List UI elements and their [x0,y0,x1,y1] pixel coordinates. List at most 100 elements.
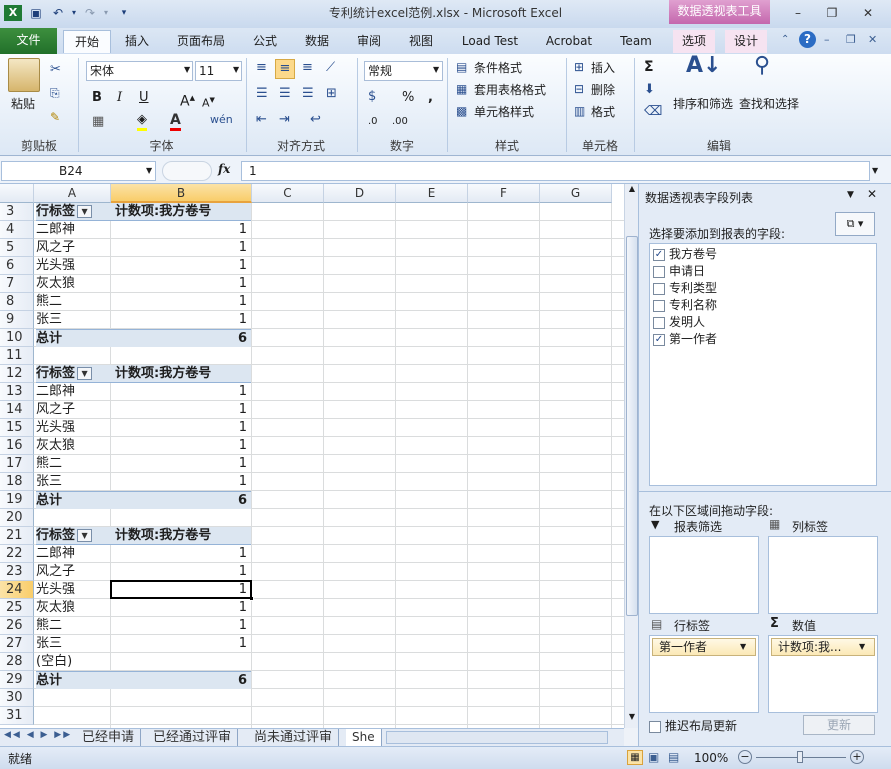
row-header[interactable]: 24 [0,581,34,599]
pivot-row-label[interactable]: 张三 [36,473,111,491]
tab-team[interactable]: Team [613,30,659,53]
row-header[interactable]: 9 [0,311,34,329]
pivot-value-cell[interactable]: 1 [111,545,251,563]
cut-icon[interactable]: ✂ [50,62,61,77]
tab-page-layout[interactable]: 页面布局 [170,30,232,53]
pivot-grand-total-value[interactable]: 6 [111,491,251,509]
tab-view[interactable]: 视图 [401,30,441,53]
pivot-value-cell[interactable] [111,707,251,725]
pivot-row-label[interactable]: 二郎神 [36,545,111,563]
paste-button[interactable]: 粘贴 [11,96,35,112]
find-select-icon[interactable]: ⚲ [754,55,770,77]
column-header[interactable]: E [396,184,468,203]
tab-file[interactable]: 文件 [0,28,57,54]
row-header[interactable]: 6 [0,257,34,275]
bold-icon[interactable]: B [92,90,102,106]
column-header[interactable]: G [540,184,612,203]
row-header[interactable]: 25 [0,599,34,617]
number-format-select[interactable]: 常规 [364,61,443,81]
row-labels-filter-icon[interactable]: ▼ [77,367,93,380]
formula-bar-resizer[interactable] [162,161,212,181]
field-checkbox[interactable] [653,299,665,312]
pivot-value-cell[interactable]: 1 [111,401,251,419]
redo-icon[interactable]: ↷ [82,5,98,21]
pivot-value-cell[interactable]: 1 [111,383,251,401]
pivot-value-cell[interactable]: 1 [111,635,251,653]
pivot-grand-total-label[interactable]: 总计 [36,329,111,347]
row-header[interactable]: 26 [0,617,34,635]
font-color-icon[interactable]: A [170,112,181,131]
pivot-row-label[interactable]: 熊二 [36,617,111,635]
workbook-close-icon[interactable]: ✕ [868,33,877,46]
cell-styles-button[interactable]: 单元格样式 [474,104,534,120]
row-header[interactable]: 7 [0,275,34,293]
phonetic-icon[interactable]: wén [210,112,233,128]
row-header[interactable]: 10 [0,329,34,347]
pivot-values-header[interactable]: 计数项:我方卷号 [111,365,251,383]
tab-insert[interactable]: 插入 [115,30,159,53]
pivot-row-labels-header[interactable]: 行标签 ▼ [36,365,111,383]
pane-close-icon[interactable]: ✕ [867,187,877,201]
column-header[interactable]: C [252,184,324,203]
sort-filter-button[interactable]: 排序和筛选 [673,96,733,112]
field-item[interactable]: 发明人 [653,313,705,330]
orientation-icon[interactable]: ⟋ [326,60,335,75]
value-chip-dropdown-icon[interactable]: ▼ [859,642,865,651]
pivot-row-label[interactable]: 二郎神 [36,221,111,239]
pivot-grand-total-label[interactable]: 总计 [36,491,111,509]
select-all-corner[interactable] [0,184,34,203]
vertical-scrollbar[interactable]: ▲ ▼ [624,184,638,728]
row-labels-filter-icon[interactable]: ▼ [77,529,93,542]
update-button[interactable]: 更新 [803,715,875,735]
align-left-icon[interactable]: ☰ [256,86,268,101]
sheet-tab[interactable]: 尚未通过评审 [248,729,340,746]
field-checkbox[interactable]: ✓ [653,248,665,261]
clear-icon[interactable]: ⌫ [644,104,662,119]
pivot-value-cell[interactable]: 1 [111,419,251,437]
pivot-row-label[interactable]: 灰太狼 [36,599,111,617]
row-header[interactable]: 17 [0,455,34,473]
field-item[interactable]: ✓ 第一作者 [653,330,717,347]
field-item[interactable]: 专利类型 [653,279,717,296]
insert-cells-button[interactable]: 插入 [591,60,615,76]
zoom-slider-thumb[interactable] [797,751,803,763]
conditional-format-button[interactable]: 条件格式 [474,60,522,76]
help-icon[interactable]: ? [799,31,816,48]
defer-checkbox-box[interactable] [649,720,661,733]
align-center-icon[interactable]: ☰ [279,86,291,101]
field-checkbox[interactable]: ✓ [653,333,665,346]
row-header[interactable]: 16 [0,437,34,455]
row-chip-dropdown-icon[interactable]: ▼ [740,642,746,651]
row-header[interactable]: 15 [0,419,34,437]
pivot-value-cell[interactable]: 1 [111,239,251,257]
pivot-value-cell[interactable]: 1 [111,257,251,275]
insert-function-icon[interactable]: fx [218,162,230,176]
field-checkbox[interactable] [653,282,665,295]
horizontal-scrollbar[interactable] [386,731,608,744]
pivot-row-label[interactable]: (空白) [36,653,111,671]
column-header[interactable]: F [468,184,540,203]
format-painter-icon[interactable]: ✎ [50,110,60,124]
minimize-icon[interactable]: – [786,4,810,22]
pivot-row-label[interactable]: 光头强 [36,581,111,599]
pivot-value-cell[interactable] [111,653,251,671]
format-cells-button[interactable]: 格式 [591,104,615,120]
pivot-row-labels-header[interactable]: 行标签 ▼ [36,527,111,545]
tab-options[interactable]: 选项 [673,30,715,53]
workbook-restore-icon[interactable]: ❐ [846,33,856,46]
sheet-nav-icon[interactable]: ◀◀ ◀ ▶ ▶▶ [4,730,72,740]
pivot-row-label[interactable]: 风之子 [36,563,111,581]
formula-input[interactable]: 1 [241,161,870,181]
redo-dropdown-icon[interactable]: ▾ [98,5,114,21]
pivot-row-label[interactable]: 光头强 [36,419,111,437]
percent-icon[interactable]: % [402,90,414,106]
field-item[interactable]: 申请日 [653,262,705,279]
pivot-value-cell[interactable]: 1 [111,437,251,455]
wrap-text-icon[interactable]: ↩ [310,112,321,127]
format-cells-icon[interactable]: ▥ [574,104,585,118]
tab-formulas[interactable]: 公式 [245,30,285,53]
report-filter-zone[interactable] [649,536,759,614]
row-header[interactable]: 20 [0,509,34,527]
pivot-row-label[interactable]: 风之子 [36,401,111,419]
delete-cells-icon[interactable]: ⊟ [574,82,584,96]
